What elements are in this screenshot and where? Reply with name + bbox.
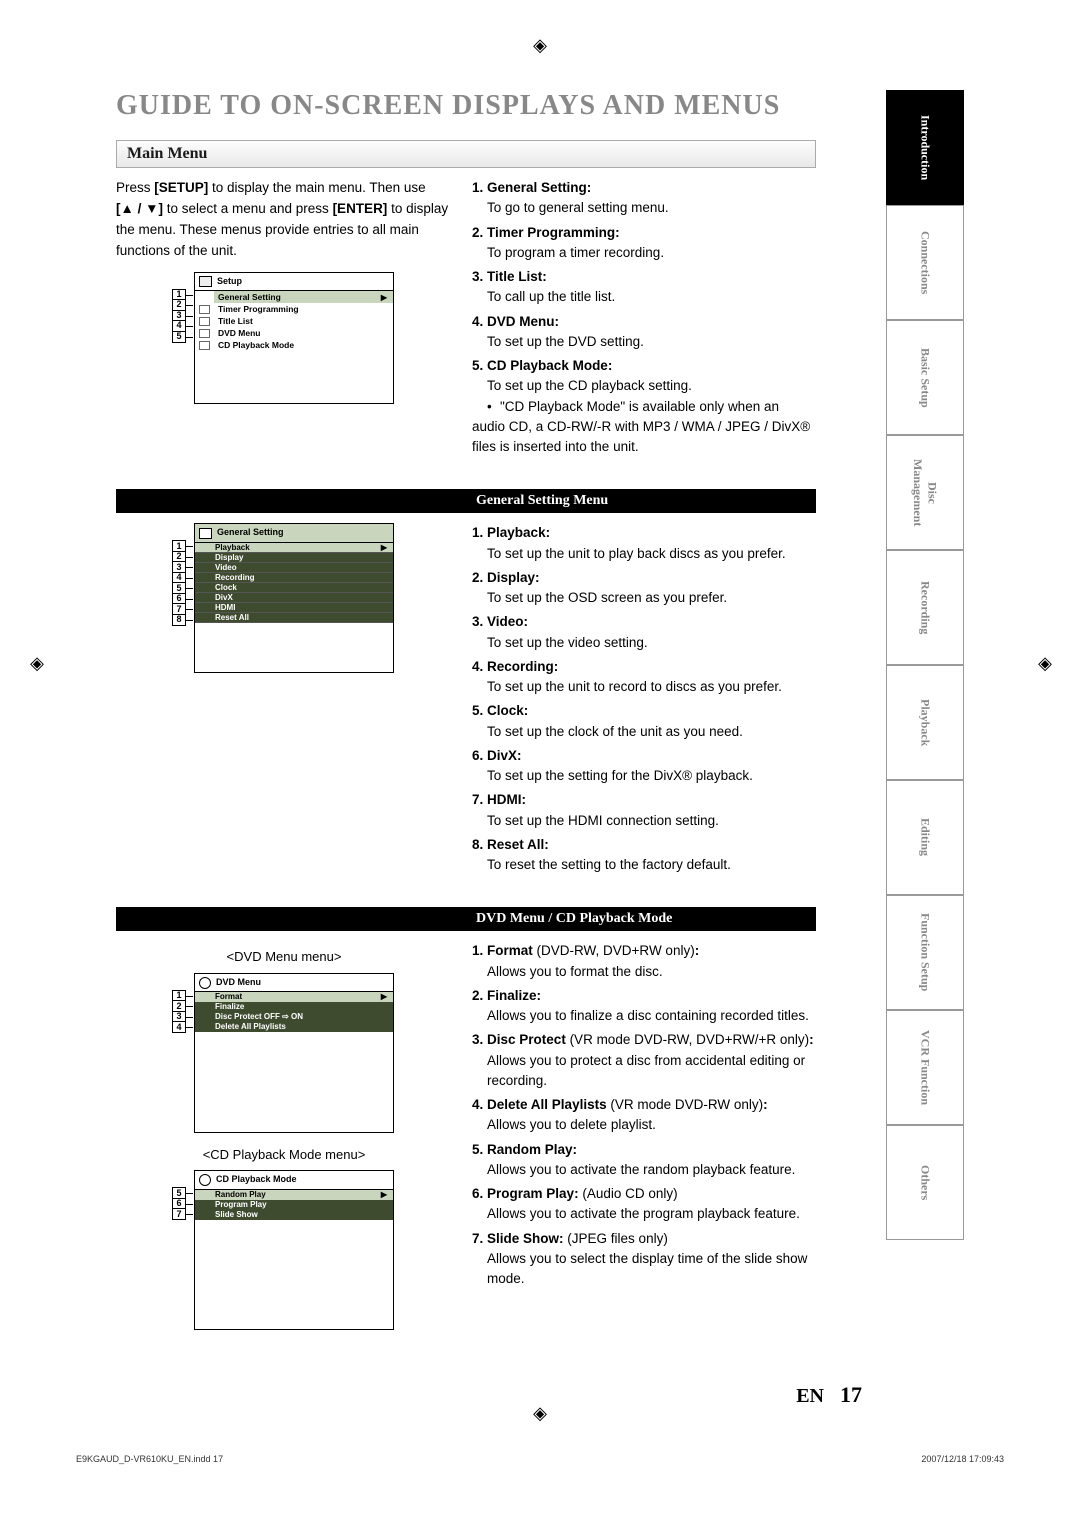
tab-vcr-function[interactable]: VCR Function — [886, 1010, 964, 1125]
list-item: 7. HDMI:To set up the HDMI connection se… — [472, 790, 814, 831]
cd-menu-caption: <CD Playback Mode menu> — [116, 1145, 452, 1165]
callout: 8 — [172, 614, 186, 626]
list-item: 3. Video:To set up the video setting. — [472, 612, 814, 653]
tab-basic-setup[interactable]: Basic Setup — [886, 320, 964, 435]
list-item: 4. Recording:To set up the unit to recor… — [472, 657, 814, 698]
meta-footer: E9KGAUD_D-VR610KU_EN.indd 17 2007/12/18 … — [76, 1454, 1004, 1464]
tab-function-setup[interactable]: Function Setup — [886, 895, 964, 1010]
dvd-cd-header: DVD Menu / CD Playback Mode — [116, 907, 816, 931]
list-item: 8. Reset All:To reset the setting to the… — [472, 835, 814, 876]
tab-connections[interactable]: Connections — [886, 205, 964, 320]
list-item: 4. DVD Menu:To set up the DVD setting. — [472, 312, 814, 353]
crop-mark-icon — [531, 36, 549, 54]
crop-mark-icon — [1036, 654, 1054, 672]
list-item: 5. Clock:To set up the clock of the unit… — [472, 701, 814, 742]
arrow-right-icon: ▶ — [381, 1190, 387, 1200]
callout: 5 — [172, 331, 186, 343]
list-item: 1. Format (DVD-RW, DVD+RW only):Allows y… — [472, 941, 814, 982]
main-menu-header: Main Menu — [116, 140, 816, 168]
general-setting-screenshot: 1 2 3 4 5 6 7 8 General Setting Playback… — [194, 523, 394, 673]
menu-icon — [199, 317, 210, 326]
general-setting-header: General Setting Menu — [116, 489, 816, 513]
tab-editing[interactable]: Editing — [886, 780, 964, 895]
arrow-right-icon: ▶ — [381, 543, 387, 553]
enter-key: [ENTER] — [333, 201, 388, 216]
menu-icon — [199, 329, 210, 338]
disc-icon — [199, 1174, 211, 1186]
tab-disc-management[interactable]: Disc Management — [886, 435, 964, 550]
list-item: 7. Slide Show: (JPEG files only)Allows y… — [472, 1229, 814, 1290]
list-item: 5. Random Play:Allows you to activate th… — [472, 1140, 814, 1181]
disc-icon — [199, 977, 211, 989]
main-content: GUIDE TO ON-SCREEN DISPLAYS AND MENUS Ma… — [116, 90, 816, 1342]
dvd-menu-caption: <DVD Menu menu> — [116, 947, 452, 967]
arrow-keys: [▲ / ▼] — [116, 201, 163, 216]
page-title: GUIDE TO ON-SCREEN DISPLAYS AND MENUS — [116, 90, 816, 122]
list-item: 5. CD Playback Mode:To set up the CD pla… — [472, 356, 814, 457]
crop-mark-icon — [28, 654, 46, 672]
list-item: 2. Timer Programming:To program a timer … — [472, 223, 814, 264]
menu-icon — [199, 305, 210, 314]
dvd-menu-screenshot: 1 2 3 4 DVD Menu Format▶ Finalize Disc P… — [194, 973, 394, 1133]
list-item: 4. Delete All Playlists (VR mode DVD-RW … — [472, 1095, 814, 1136]
list-item: 2. Display:To set up the OSD screen as y… — [472, 568, 814, 609]
setup-icon — [199, 276, 212, 287]
tab-playback[interactable]: Playback — [886, 665, 964, 780]
list-item: 6. DivX:To set up the setting for the Di… — [472, 746, 814, 787]
arrow-right-icon: ▶ — [381, 992, 387, 1002]
setup-key: [SETUP] — [154, 180, 208, 195]
file-meta-left: E9KGAUD_D-VR610KU_EN.indd 17 — [76, 1454, 223, 1464]
list-item: 3. Title List:To call up the title list. — [472, 267, 814, 308]
page-language: EN — [796, 1385, 824, 1408]
intro-text: Press [SETUP] to display the main menu. … — [116, 178, 452, 262]
list-item: 6. Program Play: (Audio CD only)Allows y… — [472, 1184, 814, 1225]
list-item: 1. Playback:To set up the unit to play b… — [472, 523, 814, 564]
setup-menu-screenshot: 1 2 3 4 5 Setup General Setting▶ Timer P… — [194, 272, 394, 404]
side-tabs: Introduction Connections Basic Setup Dis… — [886, 90, 964, 1240]
tab-others[interactable]: Others — [886, 1125, 964, 1240]
gear-icon — [199, 528, 212, 539]
page-number: 17 — [840, 1382, 862, 1408]
callout: 7 — [172, 1208, 186, 1220]
page-footer: EN 17 — [116, 1382, 862, 1408]
tab-introduction[interactable]: Introduction — [886, 90, 964, 205]
callout: 4 — [172, 1021, 186, 1033]
cd-playback-screenshot: 5 6 7 CD Playback Mode Random Play▶ Prog… — [194, 1170, 394, 1330]
list-item: 3. Disc Protect (VR mode DVD-RW, DVD+RW/… — [472, 1030, 814, 1091]
file-meta-right: 2007/12/18 17:09:43 — [921, 1454, 1004, 1464]
tab-recording[interactable]: Recording — [886, 550, 964, 665]
list-item: 1. General Setting:To go to general sett… — [472, 178, 814, 219]
list-item: 2. Finalize:Allows you to finalize a dis… — [472, 986, 814, 1027]
menu-icon — [199, 341, 210, 350]
